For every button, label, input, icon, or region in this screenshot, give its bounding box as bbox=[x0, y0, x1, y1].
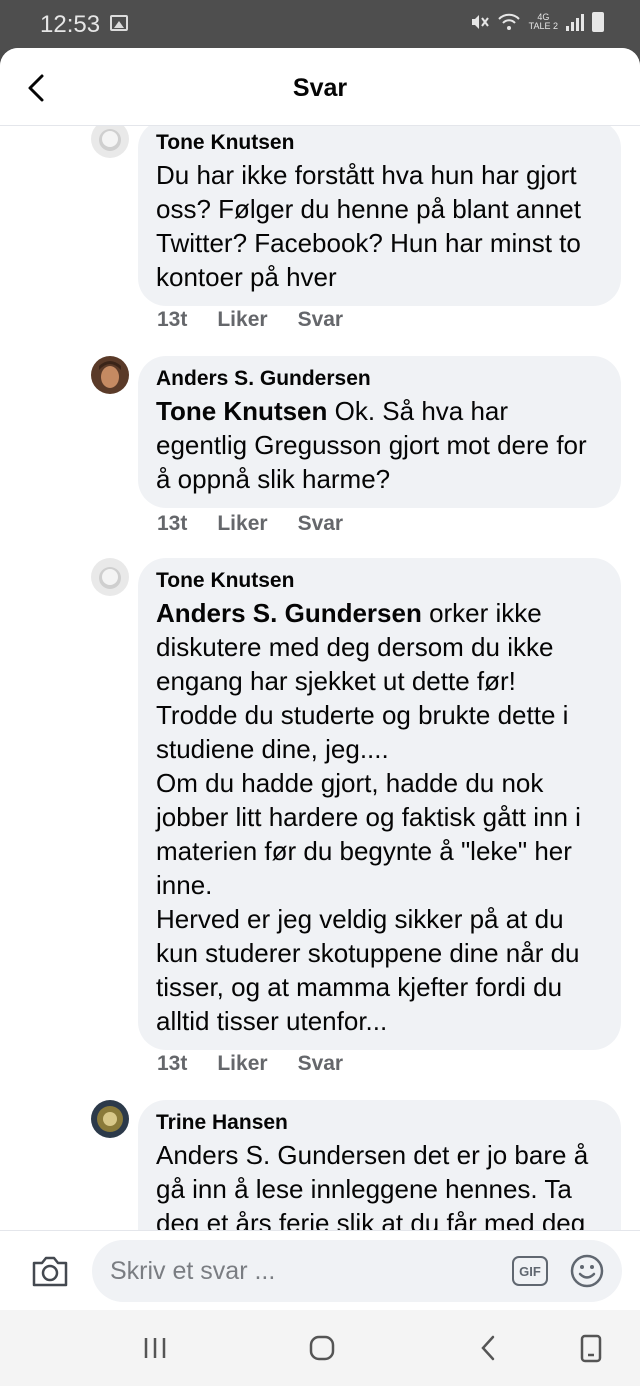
system-nav-bar bbox=[0, 1310, 640, 1386]
header: Svar bbox=[0, 48, 640, 126]
comment-bubble[interactable]: Tone Knutsen Anders S. Gundersen orker i… bbox=[138, 558, 621, 1050]
reply-button[interactable]: Svar bbox=[298, 308, 344, 332]
comment-bubble[interactable]: Tone Knutsen Du har ikke forstått hva hu… bbox=[138, 126, 621, 306]
comment-time[interactable]: 13t bbox=[157, 308, 187, 332]
recent-apps-button[interactable] bbox=[135, 1332, 175, 1364]
status-time: 12:53 bbox=[40, 11, 101, 38]
reply-input[interactable] bbox=[110, 1240, 500, 1302]
reply-composer: GIF bbox=[0, 1230, 640, 1310]
comment-actions: 13t Liker Svar bbox=[157, 512, 343, 536]
like-button[interactable]: Liker bbox=[217, 308, 267, 332]
camera-icon bbox=[32, 1256, 68, 1287]
rotate-button[interactable] bbox=[571, 1332, 611, 1364]
rotate-icon bbox=[580, 1334, 602, 1363]
status-bar: 12:53 4G TALE 2 bbox=[0, 0, 640, 50]
comment-mention[interactable]: Tone Knutsen bbox=[156, 396, 327, 426]
replies-sheet: Svar Tone Knutsen Du har ikke forstått h… bbox=[0, 48, 640, 1310]
page-title: Svar bbox=[292, 74, 348, 102]
reply-input-container: GIF bbox=[92, 1240, 622, 1302]
avatar[interactable] bbox=[91, 558, 129, 596]
comment-text: Tone Knutsen Ok. Så hva har egentlig Gre… bbox=[156, 396, 587, 494]
comment-text: Du har ikke forstått hva hun har gjort o… bbox=[156, 160, 581, 292]
network-label: 4G TALE 2 bbox=[528, 12, 558, 31]
emoji-icon bbox=[570, 1254, 604, 1288]
signal-icon bbox=[566, 13, 584, 31]
battery-icon bbox=[592, 12, 604, 32]
comment-actions: 13t Liker Svar bbox=[157, 1052, 343, 1076]
comment-bubble[interactable]: Anders S. Gundersen Tone Knutsen Ok. Så … bbox=[138, 356, 621, 508]
comment-time[interactable]: 13t bbox=[157, 512, 187, 536]
reply-button[interactable]: Svar bbox=[298, 512, 344, 536]
comment-time[interactable]: 13t bbox=[157, 1052, 187, 1076]
home-button[interactable] bbox=[302, 1332, 342, 1364]
emoji-button[interactable] bbox=[568, 1252, 606, 1290]
comment-author[interactable]: Tone Knutsen bbox=[156, 130, 603, 156]
comment-author[interactable]: Tone Knutsen bbox=[156, 568, 603, 594]
comment-author[interactable]: Anders S. Gundersen bbox=[156, 366, 603, 392]
recent-apps-icon bbox=[144, 1338, 166, 1358]
comment-list[interactable]: Tone Knutsen Du har ikke forstått hva hu… bbox=[0, 126, 640, 1230]
camera-button[interactable] bbox=[30, 1253, 70, 1289]
avatar[interactable] bbox=[91, 356, 129, 394]
comment-mention[interactable]: Anders S. Gundersen bbox=[156, 598, 422, 628]
back-icon bbox=[481, 1335, 495, 1361]
status-icons: 4G TALE 2 bbox=[469, 12, 604, 32]
avatar[interactable] bbox=[91, 126, 129, 158]
gallery-icon bbox=[110, 15, 128, 31]
comment-actions: 13t Liker Svar bbox=[157, 308, 343, 332]
reply-button[interactable]: Svar bbox=[298, 1052, 344, 1076]
comment-text: Anders S. Gundersen orker ikke diskutere… bbox=[156, 598, 581, 1036]
comment-text: Anders S. Gundersen det er jo bare å gå … bbox=[156, 1140, 589, 1230]
like-button[interactable]: Liker bbox=[217, 1052, 267, 1076]
gif-button[interactable]: GIF bbox=[512, 1256, 548, 1286]
comment-bubble[interactable]: Trine Hansen Anders S. Gundersen det er … bbox=[138, 1100, 621, 1230]
system-back-button[interactable] bbox=[468, 1332, 508, 1364]
comment-author[interactable]: Trine Hansen bbox=[156, 1110, 603, 1136]
avatar[interactable] bbox=[91, 1100, 129, 1138]
home-icon bbox=[309, 1335, 335, 1361]
wifi-icon bbox=[497, 13, 520, 30]
like-button[interactable]: Liker bbox=[217, 512, 267, 536]
mute-icon bbox=[471, 15, 489, 29]
